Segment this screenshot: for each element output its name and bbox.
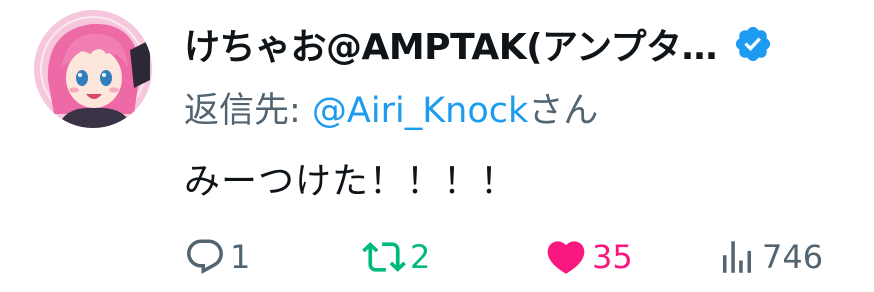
retweet-button[interactable]: 2 xyxy=(362,232,430,282)
reply-context: 返信先: @Airi_Knockさん xyxy=(184,82,598,133)
reply-prefix: 返信先: xyxy=(184,91,312,131)
reply-mention-link[interactable]: @Airi_Knock xyxy=(312,91,528,131)
tweet-text: みーつけた！！！！ xyxy=(184,161,518,202)
tweet-header: けちゃお@AMPTAK(アンプタ… xyxy=(184,18,864,70)
view-count: 746 xyxy=(762,238,824,276)
verified-badge-icon xyxy=(735,26,771,62)
display-name[interactable]: けちゃお@AMPTAK(アンプタ… xyxy=(184,18,718,70)
heart-filled-icon xyxy=(547,241,585,274)
views-button[interactable]: 746 xyxy=(716,232,823,282)
reply-bubble-icon xyxy=(187,239,223,274)
like-button[interactable]: 35 xyxy=(544,232,633,282)
retweet-icon xyxy=(362,242,406,272)
reply-button[interactable]: 1 xyxy=(184,232,250,282)
avatar-illustration xyxy=(34,10,152,128)
tweet-card: けちゃお@AMPTAK(アンプタ… 返信先: @Airi_Knockさん みーつ… xyxy=(0,0,874,292)
like-count: 35 xyxy=(592,238,633,276)
bar-chart-icon xyxy=(723,241,751,273)
reply-count: 1 xyxy=(230,238,251,276)
reply-suffix: さん xyxy=(528,91,599,131)
avatar[interactable] xyxy=(34,10,152,128)
action-bar: 1 2 35 746 xyxy=(184,232,864,282)
retweet-count: 2 xyxy=(410,238,431,276)
